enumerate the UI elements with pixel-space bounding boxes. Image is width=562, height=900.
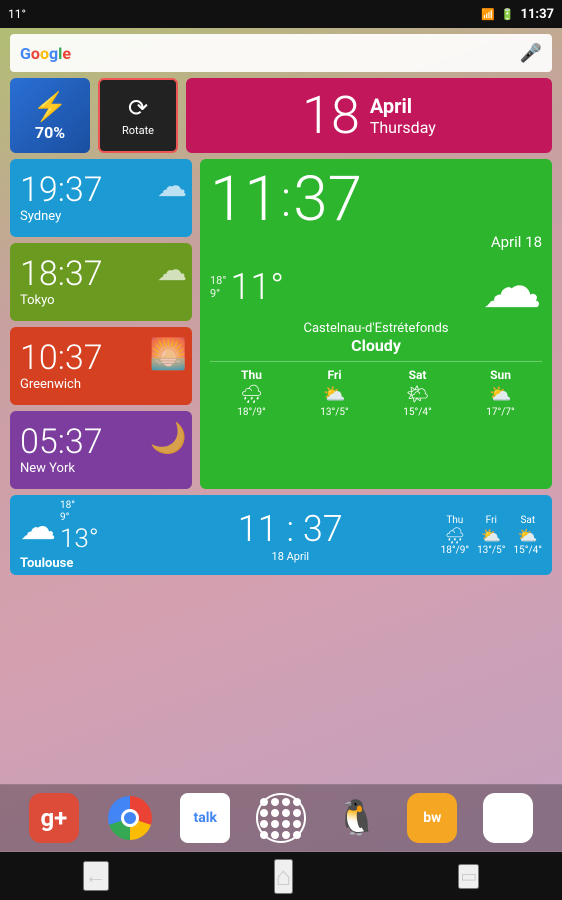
greenwich-label: Greenwich: [20, 377, 81, 392]
rotate-icon: ⟳: [128, 94, 148, 122]
weather-forecast: Thu 🌧 18°/9° Fri ⛅ 13°/5° Sat 🌤 15°/4° S…: [210, 361, 542, 418]
clock-tokyo[interactable]: 18:37 Tokyo ☁: [10, 243, 192, 321]
chrome-center: [121, 809, 139, 827]
chrome-inner: [124, 812, 136, 824]
weather-time: 11 : 37: [210, 169, 542, 231]
bw-date: 18 April: [148, 550, 433, 563]
navigation-bar: ← ⌂ ▭: [0, 852, 562, 900]
date-widget[interactable]: 18 April Thursday: [186, 78, 552, 153]
bw-forecast: Thu 🌧 18°/9° Fri ⛅ 13°/5° Sat ⛅ 15°/4°: [441, 515, 542, 556]
wifi-icon: 📶: [481, 8, 495, 21]
weather-colon: :: [281, 175, 292, 225]
newyork-time: 05:37: [20, 425, 103, 459]
clock-newyork[interactable]: 05:37 New York 🌙: [10, 411, 192, 489]
chrome-app-icon[interactable]: [105, 793, 155, 843]
toulouse-city-label: Toulouse: [20, 556, 140, 571]
app-dock: g+ talk 🐧 bw ▶: [0, 784, 562, 852]
greenwich-time: 10:37: [20, 341, 103, 375]
clock-sydney[interactable]: 19:37 Sydney ☁: [10, 159, 192, 237]
bw-fc-sat: Sat ⛅ 15°/4°: [514, 515, 542, 556]
talk-app-icon[interactable]: talk: [180, 793, 230, 843]
main-area: 19:37 Sydney ☁ 18:37 Tokyo ☁ 10:37 Green…: [10, 159, 552, 489]
bw-thu-icon: 🌧: [441, 526, 469, 545]
gplus-app-icon[interactable]: g+: [29, 793, 79, 843]
city-clocks-column: 19:37 Sydney ☁ 18:37 Tokyo ☁ 10:37 Green…: [10, 159, 192, 489]
status-right: 📶 🔋 11:37: [481, 7, 554, 22]
sydney-time: 19:37: [20, 173, 103, 207]
bw-fc-thu: Thu 🌧 18°/9°: [441, 515, 469, 556]
bw-left: ☁ 18° 9° 13° Toulouse: [20, 500, 140, 571]
weather-hour: 11: [210, 169, 279, 231]
search-bar[interactable]: Google 🎤: [10, 34, 552, 72]
rotate-widget[interactable]: ⟳ Rotate: [98, 78, 178, 153]
weather-current-temp: 11°: [230, 266, 284, 308]
clock-greenwich[interactable]: 10:37 Greenwich 🌅: [10, 327, 192, 405]
status-bar: 11° 📶 🔋 11:37: [0, 0, 562, 28]
talk-label: talk: [194, 810, 217, 826]
back-button[interactable]: ←: [83, 861, 109, 891]
app-drawer-icon[interactable]: [256, 793, 306, 843]
status-time: 11:37: [521, 7, 555, 22]
bw-fc-fri: Fri ⛅ 13°/5°: [477, 515, 505, 556]
battery-icon: 🔋: [501, 8, 515, 21]
date-month: April: [370, 94, 436, 118]
forecast-sat: Sat 🌤 15°/4°: [403, 368, 431, 418]
grid-dots: [260, 798, 301, 839]
bw-time-col: 11 : 37 18 April: [148, 508, 433, 563]
penguin-app-icon[interactable]: 🐧: [332, 793, 382, 843]
weather-temp-small: 18° 9°: [210, 274, 226, 300]
billwise-app-icon[interactable]: bw: [407, 793, 457, 843]
home-button[interactable]: ⌂: [274, 859, 294, 894]
bw-fri-icon: ⛅: [477, 526, 505, 545]
newyork-label: New York: [20, 461, 75, 476]
tokyo-weather-icon: ☁: [157, 253, 187, 288]
weather-location: Castelnau-d'Estrétefonds: [210, 321, 542, 336]
playstore-app-icon[interactable]: ▶: [483, 793, 533, 843]
forecast-fri: Fri ⛅ 13°/5°: [320, 368, 348, 418]
newyork-weather-icon: 🌙: [150, 421, 187, 456]
rotate-label: Rotate: [122, 124, 154, 137]
tokyo-time: 18:37: [20, 257, 103, 291]
main-weather-widget[interactable]: 11 : 37 April 18 18° 9° 11° ☁ Castelnau-…: [200, 159, 552, 489]
date-info: April Thursday: [370, 94, 436, 137]
bottom-weather-widget[interactable]: ☁ 18° 9° 13° Toulouse 11 : 37 18 April T…: [10, 495, 552, 575]
battery-icon-big: ⚡: [33, 90, 68, 123]
bw-time: 11 : 37: [148, 508, 433, 550]
date-weekday: Thursday: [370, 118, 436, 137]
weather-temp-row: 18° 9° 11° ☁: [210, 257, 542, 317]
weather-minute: 37: [293, 169, 362, 231]
forecast-thu: Thu 🌧 18°/9°: [237, 368, 265, 418]
penguin-emoji: 🐧: [335, 798, 377, 838]
toulouse-cloud-icon: ☁: [20, 506, 56, 548]
play-triangle: ▶: [499, 804, 517, 832]
toulouse-current: 13°: [60, 524, 99, 554]
greenwich-weather-icon: 🌅: [150, 337, 187, 372]
widget-row-1: ⚡ 70% ⟳ Rotate 18 April Thursday: [10, 78, 552, 153]
sydney-label: Sydney: [20, 209, 61, 224]
forecast-sun: Sun ⛅ 17°/7°: [486, 368, 514, 418]
recent-button[interactable]: ▭: [458, 864, 479, 889]
date-day: 18: [302, 85, 360, 146]
toulouse-temps: 18° 9° 13°: [60, 500, 99, 554]
battery-percent: 70%: [35, 123, 65, 142]
bw-sat-icon: ⛅: [514, 526, 542, 545]
chrome-ring: [108, 796, 152, 840]
tokyo-label: Tokyo: [20, 293, 55, 308]
google-logo: Google: [20, 44, 520, 63]
weather-cloud-icon: ☁: [482, 257, 542, 317]
weather-low: 9°: [210, 287, 220, 300]
status-left: 11°: [8, 7, 26, 21]
weather-condition: Cloudy: [210, 336, 542, 355]
battery-widget[interactable]: ⚡ 70%: [10, 78, 90, 153]
billwise-label: bw: [423, 810, 441, 826]
gplus-label: g+: [40, 804, 67, 832]
sydney-weather-icon: ☁: [157, 169, 187, 204]
signal-text: 11°: [8, 7, 26, 21]
mic-icon[interactable]: 🎤: [520, 43, 542, 64]
toulouse-high-low: 18° 9°: [60, 500, 99, 524]
weather-high: 18°: [210, 274, 226, 287]
